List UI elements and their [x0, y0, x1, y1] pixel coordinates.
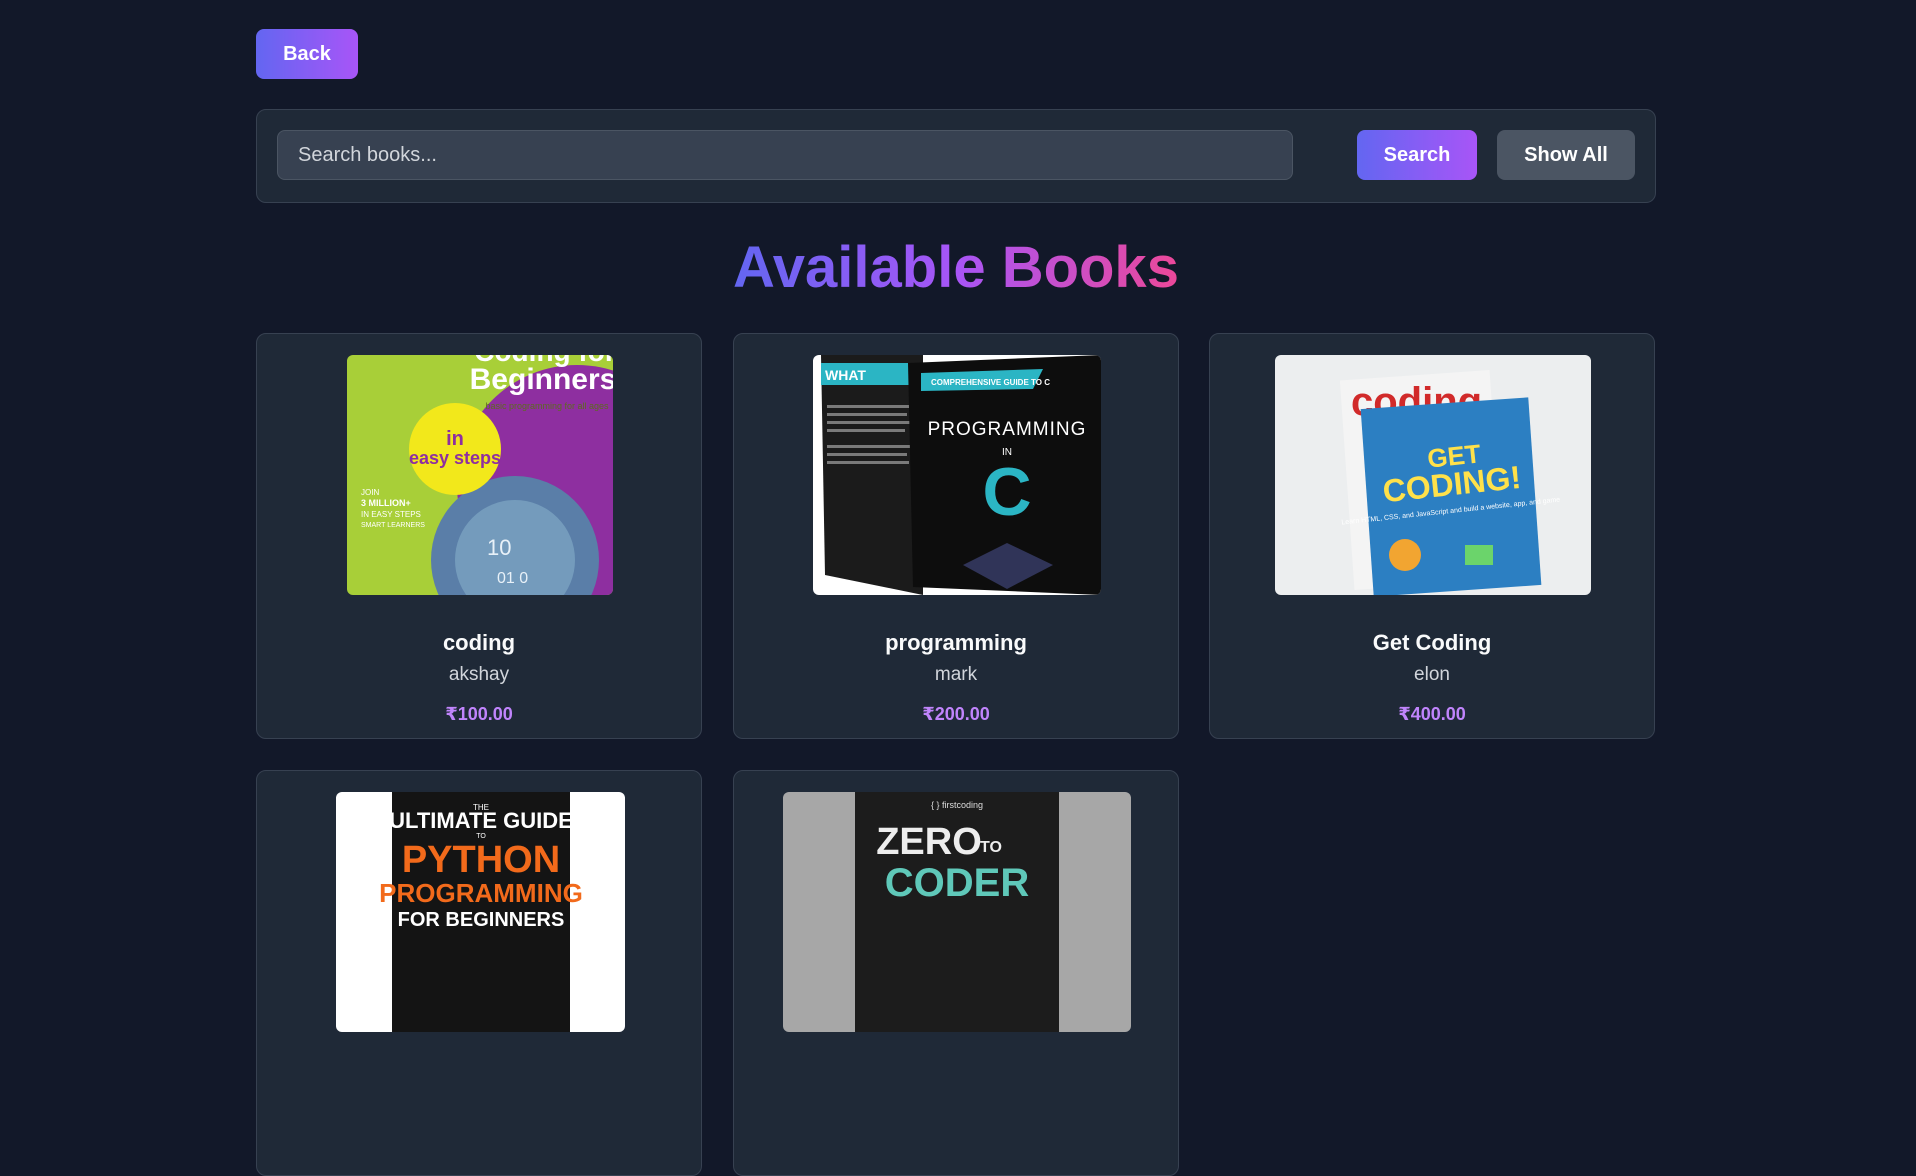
show-all-button[interactable]: Show All: [1497, 130, 1635, 180]
get-coding-cover: coding GET CODING! Learn HTML, CSS, and …: [1275, 355, 1591, 595]
svg-text:ULTIMATE GUIDE: ULTIMATE GUIDE: [389, 808, 573, 833]
book-author: mark: [934, 664, 978, 685]
svg-text:IN EASY STEPS: IN EASY STEPS: [361, 510, 421, 519]
search-button[interactable]: Search: [1357, 130, 1477, 180]
book-card[interactable]: { } firstcoding ZERO TO CODER: [733, 770, 1179, 1176]
svg-text:ZERO: ZERO: [876, 821, 982, 863]
svg-text:FOR BEGINNERS: FOR BEGINNERS: [398, 909, 565, 931]
book-card[interactable]: THE ULTIMATE GUIDE TO PYTHON PROGRAMMING…: [256, 770, 702, 1176]
book-card[interactable]: WHAT COMPREHENSIVE GUIDE TO C PROGRAMMIN…: [733, 333, 1179, 739]
book-price: ₹100.00: [445, 704, 513, 724]
back-button[interactable]: Back: [256, 29, 358, 79]
svg-text:basic programming for all ages: basic programming for all ages: [485, 401, 609, 411]
svg-text:in: in: [446, 428, 464, 450]
svg-text:Beginners: Beginners: [470, 363, 613, 396]
svg-text:TO: TO: [980, 839, 1002, 856]
svg-text:{ } firstcoding: { } firstcoding: [931, 800, 983, 810]
book-title: coding: [442, 630, 516, 655]
svg-text:PROGRAMMING: PROGRAMMING: [379, 878, 583, 908]
search-panel: Search Show All: [256, 109, 1656, 203]
svg-text:CODER: CODER: [885, 861, 1030, 905]
page-title: Available Books: [733, 235, 1179, 300]
svg-text:COMPREHENSIVE GUIDE TO C: COMPREHENSIVE GUIDE TO C: [931, 378, 1050, 387]
zero-to-coder-cover: { } firstcoding ZERO TO CODER: [783, 792, 1131, 1032]
svg-text:JOIN: JOIN: [361, 488, 379, 497]
svg-text:SMART LEARNERS: SMART LEARNERS: [361, 522, 425, 529]
book-author: elon: [1414, 664, 1450, 685]
svg-text:PROGRAMMING: PROGRAMMING: [928, 419, 1087, 440]
book-card[interactable]: Coding for Beginners basic programming f…: [256, 333, 702, 739]
book-price: ₹400.00: [1398, 704, 1466, 724]
book-card[interactable]: coding GET CODING! Learn HTML, CSS, and …: [1209, 333, 1655, 739]
svg-text:01 0: 01 0: [497, 570, 528, 587]
book-author: akshay: [448, 664, 510, 685]
svg-text:easy steps: easy steps: [409, 448, 501, 468]
programming-in-c-cover: WHAT COMPREHENSIVE GUIDE TO C PROGRAMMIN…: [813, 355, 1101, 595]
svg-text:WHAT: WHAT: [825, 367, 866, 383]
svg-text:10: 10: [487, 535, 511, 560]
book-title: programming: [885, 630, 1027, 655]
coding-for-beginners-cover: Coding for Beginners basic programming f…: [347, 355, 613, 595]
svg-text:3 MILLION+: 3 MILLION+: [361, 498, 411, 508]
svg-text:PYTHON: PYTHON: [402, 839, 560, 881]
book-title: Get Coding: [1372, 630, 1492, 655]
search-input[interactable]: [277, 130, 1293, 180]
python-guide-cover: THE ULTIMATE GUIDE TO PYTHON PROGRAMMING…: [336, 792, 625, 1032]
book-price: ₹200.00: [922, 704, 990, 724]
svg-text:C: C: [982, 454, 1031, 530]
